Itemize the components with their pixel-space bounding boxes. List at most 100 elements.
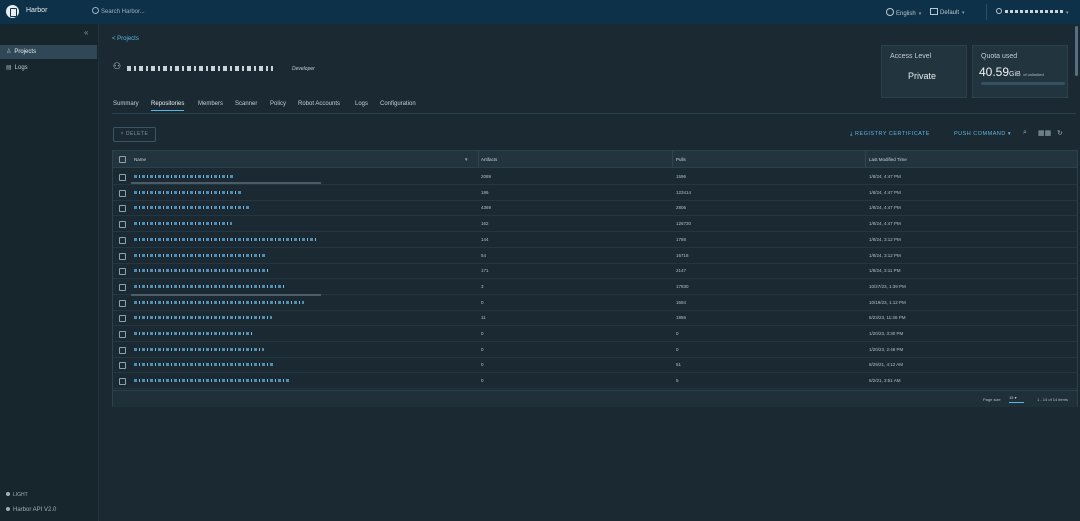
table-row[interactable]: 0 51 8/29/21, 4:12 AM	[113, 357, 1077, 374]
repository-name-redacted[interactable]	[134, 363, 274, 367]
table-row[interactable]: 54 16718 1/8/24, 3:12 PM	[113, 248, 1077, 264]
page-size-select[interactable]: 15 ▾	[1009, 395, 1024, 403]
column-separator	[865, 151, 866, 167]
delete-button[interactable]: × DELETE	[113, 127, 156, 142]
artifacts-cell: 54	[481, 252, 487, 258]
api-link-label: Harbor API V2.0	[13, 507, 57, 513]
table-row[interactable]: 144 1788 1/8/24, 3:12 PM	[113, 232, 1077, 248]
calendar-icon	[930, 8, 938, 15]
repository-name-redacted[interactable]	[134, 222, 232, 226]
user-menu[interactable]: ▾	[996, 8, 1069, 16]
table-row[interactable]: 3 17930 10/27/23, 1:39 PM	[113, 279, 1077, 295]
row-checkbox[interactable]	[119, 268, 126, 276]
search-input[interactable]: Search Harbor...	[101, 9, 145, 15]
harbor-logo-icon[interactable]	[6, 5, 19, 18]
pulls-cell: 2806	[676, 205, 687, 211]
scope-label: Default	[940, 10, 960, 16]
row-checkbox[interactable]	[119, 252, 126, 260]
username-redacted	[1005, 10, 1063, 13]
push-command-dropdown[interactable]: PUSH COMMAND ▾	[954, 131, 1011, 137]
pulls-cell: 5	[676, 378, 679, 384]
search-icon[interactable]: ⌕	[1023, 129, 1027, 137]
last-modified-cell: 10/27/23, 1:39 PM	[869, 283, 906, 289]
row-checkbox[interactable]	[119, 331, 126, 338]
pagination-info: 1 - 14 of 14 items	[1037, 397, 1068, 402]
table-row[interactable]: 0 0 1/20/23, 3:30 PM	[113, 326, 1077, 342]
repository-name-redacted[interactable]	[134, 300, 304, 304]
row-checkbox[interactable]	[119, 189, 126, 197]
last-modified-cell: 1/8/24, 3:12 PM	[869, 252, 901, 258]
repository-name-redacted[interactable]	[134, 284, 284, 288]
artifacts-cell: 0	[481, 362, 484, 368]
row-divider-marker	[131, 182, 321, 184]
sidebar-item-projects[interactable]: ♙ Projects	[0, 45, 97, 59]
table-row[interactable]: 0 5 6/2/21, 3:51 AM	[113, 373, 1077, 390]
column-name[interactable]: Name	[134, 157, 146, 162]
repository-name-redacted[interactable]	[134, 379, 290, 383]
tab-scanner[interactable]: Scanner	[235, 101, 257, 107]
column-last-modified[interactable]: Last Modified Time	[869, 157, 907, 162]
row-checkbox[interactable]	[119, 299, 126, 307]
last-modified-cell: 6/2/21, 3:51 AM	[869, 378, 901, 384]
artifacts-cell: 0	[481, 378, 484, 384]
registry-certificate-button[interactable]: ⤓ REGISTRY CERTIFICATE	[850, 131, 930, 138]
sidebar-item-logs[interactable]: ▤ Logs	[0, 61, 97, 75]
globe-icon	[886, 8, 894, 16]
repository-name-redacted[interactable]	[134, 190, 242, 194]
table-row[interactable]: 186 123414 1/8/24, 4:47 PM	[113, 185, 1077, 201]
row-checkbox[interactable]	[119, 362, 126, 370]
theme-toggle[interactable]: LIGHT	[6, 492, 28, 498]
projects-icon: ♙	[6, 49, 12, 55]
table-row[interactable]: 4369 2806 1/8/24, 4:47 PM	[113, 200, 1077, 217]
repository-name-redacted[interactable]	[134, 269, 269, 273]
column-pulls[interactable]: Pulls	[676, 157, 686, 162]
table-row[interactable]: 11 1956 6/23/23, 11:36 PM	[113, 310, 1077, 327]
table-row[interactable]: 0 1694 10/19/23, 1:12 PM	[113, 295, 1077, 311]
repository-name-redacted[interactable]	[134, 347, 264, 351]
tab-members[interactable]: Members	[198, 101, 223, 107]
repository-name-redacted[interactable]	[134, 206, 249, 210]
breadcrumb[interactable]: < Projects	[112, 36, 139, 42]
filter-icon[interactable]: ▼	[464, 157, 468, 162]
language-selector[interactable]: English ▾	[886, 8, 921, 17]
row-checkbox[interactable]	[119, 174, 126, 181]
row-checkbox[interactable]	[119, 315, 126, 323]
artifacts-cell: 144	[481, 236, 489, 242]
project-name-redacted	[127, 66, 273, 71]
access-level-card: Access Level Private	[881, 45, 967, 98]
row-checkbox[interactable]	[119, 283, 126, 291]
repository-name-redacted[interactable]	[134, 332, 254, 335]
row-checkbox[interactable]	[119, 221, 126, 229]
row-checkbox[interactable]	[119, 205, 126, 213]
tab-policy[interactable]: Policy	[270, 101, 286, 107]
table-row[interactable]: 171 2147 1/8/24, 3:11 PM	[113, 263, 1077, 280]
collapse-sidebar-icon[interactable]: «	[84, 28, 88, 37]
table-row[interactable]: 162 126730 1/8/24, 4:47 PM	[113, 216, 1077, 233]
tab-configuration[interactable]: Configuration	[380, 101, 416, 107]
brand-name[interactable]: Harbor	[26, 7, 47, 14]
tab-repositories[interactable]: Repositories	[151, 101, 185, 111]
row-checkbox[interactable]	[119, 378, 126, 386]
tab-robot-accounts[interactable]: Robot Accounts	[298, 101, 340, 107]
page-scrollbar[interactable]	[1075, 26, 1078, 76]
row-checkbox[interactable]	[119, 346, 126, 354]
repository-name-redacted[interactable]	[134, 253, 266, 257]
pulls-cell: 0	[676, 331, 679, 336]
view-toggle-icon[interactable]: ▦▦	[1038, 129, 1051, 137]
repository-name-redacted[interactable]	[134, 175, 234, 178]
global-search[interactable]: Search Harbor...	[92, 7, 145, 15]
refresh-icon[interactable]: ↻	[1057, 129, 1063, 137]
column-artifacts[interactable]: Artifacts	[481, 157, 497, 162]
row-checkbox[interactable]	[119, 236, 126, 244]
scope-selector[interactable]: Default ▾	[930, 8, 965, 16]
tab-logs[interactable]: Logs	[355, 101, 368, 107]
page-size-value: 15	[1009, 395, 1014, 400]
theme-toggle-label: LIGHT	[13, 492, 28, 498]
table-row[interactable]: 0 0 1/20/23, 2:48 PM	[113, 342, 1077, 358]
tab-summary[interactable]: Summary	[113, 101, 139, 107]
chevron-down-icon: ▾	[1066, 10, 1069, 16]
api-link[interactable]: Harbor API V2.0	[6, 507, 56, 513]
select-all-checkbox[interactable]	[119, 156, 126, 163]
repository-name-redacted[interactable]	[134, 316, 272, 320]
repository-name-redacted[interactable]	[134, 237, 316, 241]
